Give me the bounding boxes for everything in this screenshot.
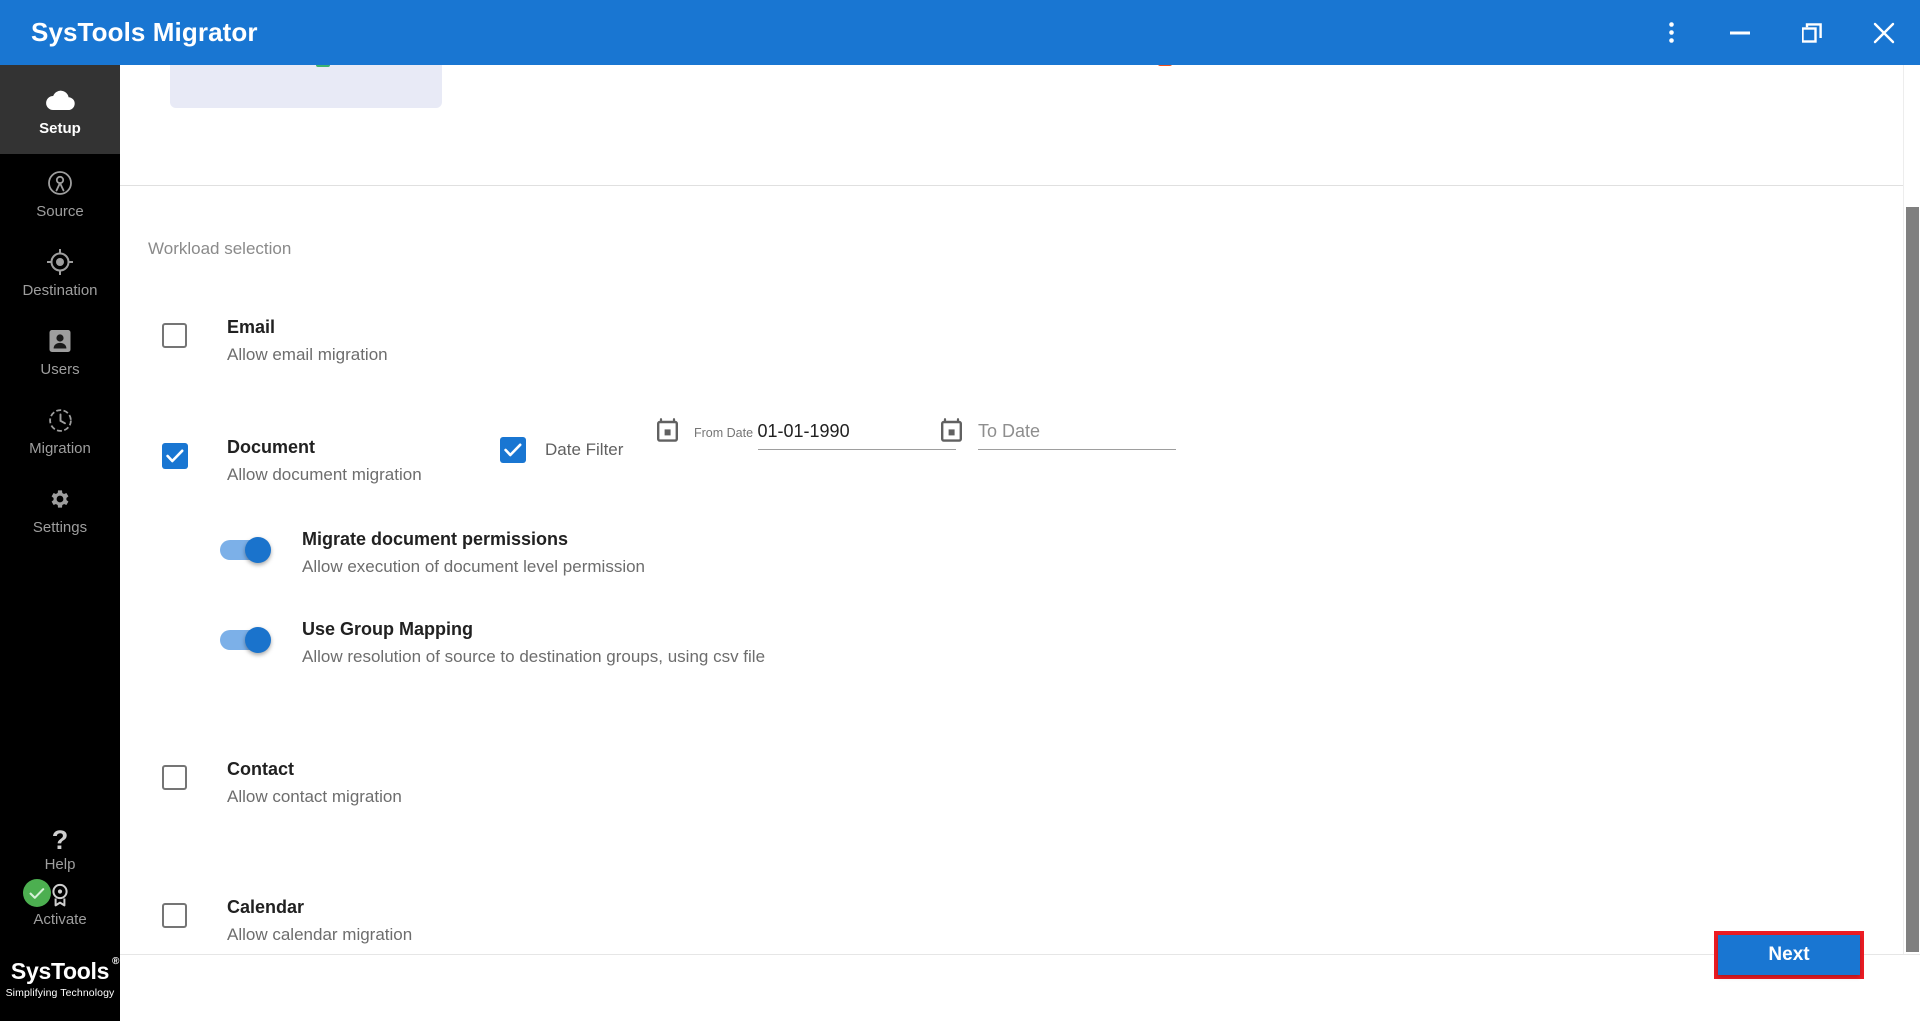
checkbox-date-filter[interactable]: [500, 437, 526, 463]
suboption-permissions-text: Migrate document permissions Allow execu…: [302, 527, 645, 581]
suboption-groupmapping-text: Use Group Mapping Allow resolution of so…: [302, 617, 765, 671]
question-mark-icon: ?: [51, 825, 69, 855]
workload-document-text: Document Allow document migration: [227, 435, 422, 489]
to-date-input[interactable]: [978, 417, 1176, 450]
from-date-caption: From Date: [694, 426, 754, 440]
calendar-icon[interactable]: [656, 417, 678, 443]
section-title: Workload selection: [148, 239, 292, 258]
brand-name-text: SysTools: [10, 958, 110, 984]
sidebar-item-label: Migration: [29, 440, 91, 457]
workload-title: Calendar: [227, 897, 305, 917]
calendar-icon[interactable]: [940, 417, 962, 443]
from-date-input[interactable]: [757, 417, 956, 450]
brand-tagline: Simplifying Technology: [5, 987, 115, 999]
next-button[interactable]: Next: [1718, 935, 1860, 975]
window-controls: [1638, 0, 1920, 65]
users-icon: [49, 326, 71, 356]
help-label: Help: [44, 856, 76, 873]
brand-logo: SysTools ® Simplifying Technology: [0, 956, 120, 999]
sidebar-item-settings[interactable]: Settings: [0, 470, 120, 549]
registered-mark: ®: [112, 956, 120, 967]
sidebar-item-label: Settings: [32, 519, 88, 536]
workload-calendar-text: Calendar Allow calendar migration: [227, 895, 412, 949]
to-date-input-wrap: [978, 417, 1176, 450]
workload-subtitle: Allow email migration: [227, 345, 388, 364]
source-icon: [47, 168, 73, 198]
sidebar-item-setup[interactable]: Setup: [0, 65, 120, 154]
more-options-button[interactable]: [1638, 0, 1704, 65]
toggle-migrate-document-permissions[interactable]: [220, 537, 275, 563]
workload-subtitle: Allow contact migration: [227, 787, 402, 806]
sidebar: Setup Source Destination Users Migration…: [0, 65, 120, 1021]
date-filter-label: Date Filter: [545, 440, 624, 459]
footer-bar: Next: [120, 931, 1920, 1021]
sidebar-item-label: Setup: [39, 120, 81, 137]
award-icon: [50, 882, 70, 908]
check-icon: [504, 443, 522, 457]
gear-icon: [48, 484, 72, 514]
scroll-area: Workload selection Email Allow email mig…: [120, 65, 1903, 954]
next-button-highlight: Next: [1714, 931, 1864, 979]
toggle-use-group-mapping[interactable]: [220, 627, 275, 653]
close-icon: [1873, 22, 1895, 44]
sidebar-item-migration[interactable]: Migration: [0, 391, 120, 470]
from-date-field: From Date: [656, 417, 956, 450]
minimize-button[interactable]: [1704, 0, 1776, 65]
workload-title: Contact: [227, 759, 294, 779]
scrollbar-thumb[interactable]: [1906, 207, 1919, 952]
check-icon: [23, 879, 51, 907]
clock-icon: [48, 405, 73, 435]
status-indicator-orange: [1158, 65, 1172, 66]
suboption-title: Use Group Mapping: [302, 619, 473, 639]
app-title: SysTools Migrator: [31, 17, 258, 47]
target-icon: [47, 247, 73, 277]
brand-name: SysTools ®: [10, 956, 119, 985]
sidebar-item-help[interactable]: ? Help: [0, 827, 120, 875]
main-content: Workload selection Email Allow email mig…: [120, 65, 1920, 1021]
previous-section-card: [170, 65, 442, 108]
checkbox-contact[interactable]: [162, 765, 187, 790]
sidebar-item-activate[interactable]: Activate: [0, 879, 120, 930]
sidebar-item-destination[interactable]: Destination: [0, 233, 120, 312]
to-date-field: [940, 417, 1176, 450]
activate-label: Activate: [33, 911, 87, 928]
checkbox-email[interactable]: [162, 323, 187, 348]
check-icon: [166, 449, 184, 463]
workload-email-text: Email Allow email migration: [227, 315, 388, 369]
toggle-knob: [245, 537, 271, 563]
workload-contact-text: Contact Allow contact migration: [227, 757, 402, 811]
sidebar-item-label: Source: [36, 203, 84, 220]
restore-icon: [1802, 22, 1822, 43]
application-window: SysTools Migrator Setup Source Destinati…: [0, 0, 1920, 1021]
cloud-icon: [45, 85, 75, 115]
from-date-input-wrap: From Date: [694, 417, 956, 450]
vertical-scrollbar[interactable]: [1903, 65, 1920, 954]
kebab-menu-icon: [1668, 22, 1674, 43]
workload-subtitle: Allow document migration: [227, 465, 422, 484]
title-bar: SysTools Migrator: [0, 0, 1920, 65]
workload-title: Document: [227, 437, 316, 457]
status-indicator-green: [316, 65, 330, 67]
workload-title: Email: [227, 317, 276, 337]
checkbox-document[interactable]: [162, 443, 188, 469]
date-filter-group: Date Filter: [500, 437, 623, 463]
workload-subtitle: Allow calendar migration: [227, 925, 413, 944]
sidebar-item-source[interactable]: Source: [0, 154, 120, 233]
suboption-subtitle: Allow resolution of source to destinatio…: [302, 647, 766, 666]
suboption-title: Migrate document permissions: [302, 529, 569, 549]
checkbox-calendar[interactable]: [162, 903, 187, 928]
section-divider: [120, 185, 1903, 186]
close-button[interactable]: [1848, 0, 1920, 65]
minimize-icon: [1730, 31, 1750, 35]
sidebar-item-users[interactable]: Users: [0, 312, 120, 391]
restore-button[interactable]: [1776, 0, 1848, 65]
suboption-subtitle: Allow execution of document level permis…: [302, 557, 646, 576]
sidebar-item-label: Destination: [22, 282, 98, 299]
toggle-knob: [245, 627, 271, 653]
sidebar-item-label: Users: [40, 361, 80, 378]
